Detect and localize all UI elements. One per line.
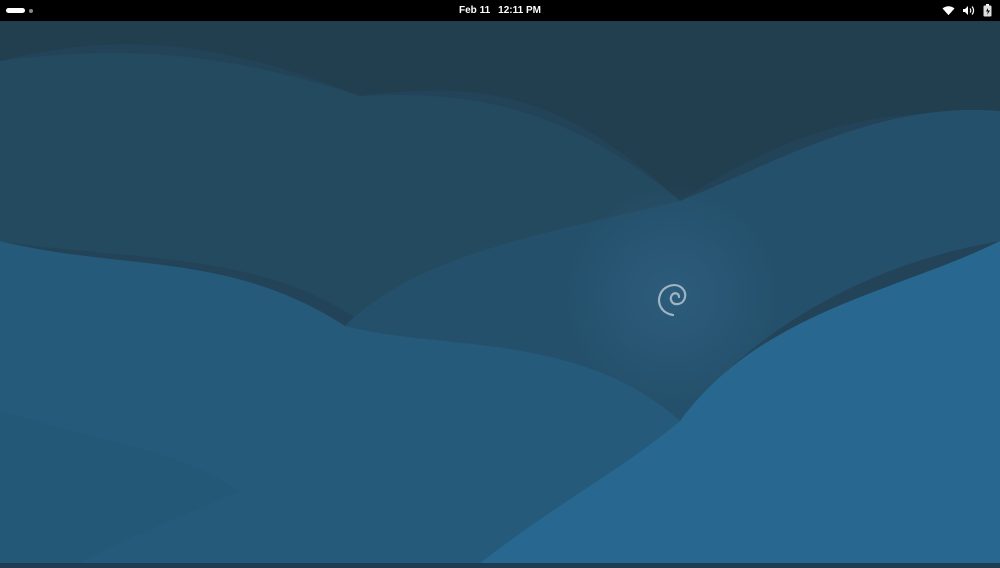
debian-swirl-icon <box>657 284 687 317</box>
desktop-wallpaper <box>0 21 1000 563</box>
system-status-menu[interactable] <box>942 3 992 18</box>
clock-button[interactable]: Feb 11 12:11 PM <box>0 0 1000 21</box>
time-label[interactable]: 12:11 PM <box>498 5 541 16</box>
top-bar: Feb 11 12:11 PM <box>0 0 1000 21</box>
battery-icon[interactable] <box>983 4 992 17</box>
wifi-icon[interactable] <box>942 5 955 16</box>
volume-icon[interactable] <box>963 5 975 16</box>
date-label[interactable]: Feb 11 <box>459 5 490 16</box>
